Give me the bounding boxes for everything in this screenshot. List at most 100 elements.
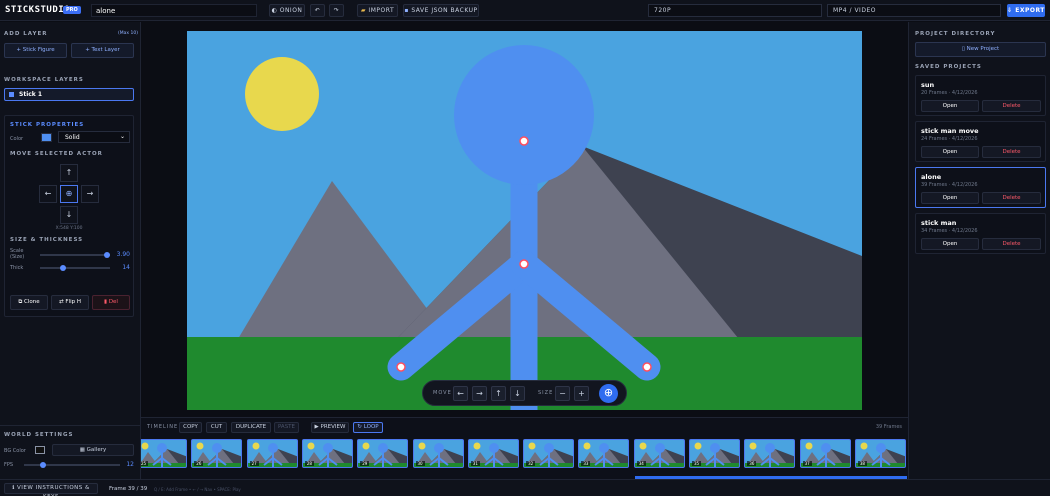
- center-actor-button[interactable]: ⊕: [60, 185, 78, 203]
- nudge-up-button[interactable]: ↑: [491, 386, 506, 401]
- frame-thumbnail[interactable]: 33: [578, 439, 630, 468]
- frame-thumbnail[interactable]: 31: [467, 439, 519, 468]
- timeline-title: TIMELINE: [147, 424, 179, 430]
- layer-item-stick-1[interactable]: Stick 1: [4, 88, 134, 101]
- nudge-down-button[interactable]: ↓: [510, 386, 525, 401]
- add-stick-figure-button[interactable]: + Stick Figure: [4, 43, 67, 58]
- line-style-select[interactable]: Solid ⌄: [58, 131, 130, 143]
- frame-thumbnail[interactable]: 35: [689, 439, 740, 468]
- frame-thumbnail[interactable]: 30: [412, 439, 464, 468]
- fps-slider[interactable]: [24, 464, 120, 466]
- project-meta: 20 Frames · 4/12/2026: [921, 90, 978, 96]
- frame-thumbnail[interactable]: 25: [141, 439, 187, 468]
- open-project-button[interactable]: Open: [921, 100, 979, 112]
- stick-properties-title: STICK PROPERTIES: [10, 122, 85, 128]
- add-text-layer-button[interactable]: + Text Layer: [71, 43, 134, 58]
- project-card-active[interactable]: alone 39 Frames · 4/12/2026 Open Delete: [915, 167, 1046, 208]
- max-layers-label: (Max 10): [118, 31, 138, 36]
- frame-thumbnail[interactable]: 36: [744, 439, 796, 468]
- delete-project-button[interactable]: Delete: [982, 100, 1041, 112]
- frame-count: 39 Frames: [875, 424, 902, 430]
- thick-slider-knob[interactable]: [60, 265, 67, 271]
- open-project-button[interactable]: Open: [921, 192, 979, 204]
- cut-frame-button[interactable]: CUT: [206, 422, 227, 433]
- project-card[interactable]: stick man 34 Frames · 4/12/2026 Open Del…: [915, 213, 1046, 254]
- scale-slider[interactable]: [40, 254, 110, 256]
- save-backup-button[interactable]: ▪ SAVE JSON BACKUP: [403, 4, 479, 17]
- view-instructions-button[interactable]: ℹ VIEW INSTRUCTIONS & KEYS: [4, 483, 98, 496]
- joint-neck: [519, 136, 529, 146]
- delete-project-button[interactable]: Delete: [982, 238, 1041, 250]
- file-icon: ▯: [961, 46, 965, 52]
- project-meta: 39 Frames · 4/12/2026: [921, 182, 978, 188]
- bg-color-label: BG Color: [4, 448, 26, 454]
- project-name: alone: [921, 173, 942, 181]
- stick-color-swatch[interactable]: [41, 133, 52, 142]
- move-down-button[interactable]: ↓: [60, 206, 78, 224]
- joint-right-hand: [642, 362, 652, 372]
- nudge-left-button[interactable]: ←: [453, 386, 468, 401]
- size-minus-button[interactable]: −: [555, 386, 570, 401]
- resolution-select[interactable]: 720P: [648, 4, 822, 17]
- clone-button[interactable]: ⧉ Clone: [10, 295, 48, 310]
- paste-frame-button[interactable]: PASTE: [274, 422, 299, 433]
- gallery-button[interactable]: ▦ Gallery: [52, 444, 134, 456]
- frame-thumbnail[interactable]: 32: [523, 439, 575, 468]
- joint-hip: [519, 259, 529, 269]
- size-plus-button[interactable]: +: [574, 386, 589, 401]
- frame-number: 32: [526, 461, 536, 466]
- crosshair-icon: ⊕: [65, 189, 73, 198]
- import-button[interactable]: ▰ IMPORT: [357, 4, 398, 17]
- project-card[interactable]: stick man move 24 Frames · 4/12/2026 Ope…: [915, 121, 1046, 162]
- nudge-right-button[interactable]: →: [472, 386, 487, 401]
- color-label: Color: [10, 136, 24, 142]
- delete-project-button[interactable]: Delete: [982, 192, 1041, 204]
- frame-thumbnail[interactable]: 28: [301, 439, 353, 468]
- frame-number: 34: [636, 461, 646, 466]
- open-project-button[interactable]: Open: [921, 238, 979, 250]
- format-select[interactable]: MP4 / VIDEO: [827, 4, 1001, 17]
- frame-thumbnail[interactable]: 27: [246, 439, 298, 468]
- project-card[interactable]: sun 20 Frames · 4/12/2026 Open Delete: [915, 75, 1046, 116]
- thick-slider[interactable]: [40, 267, 110, 269]
- frame-thumbnail[interactable]: 26: [191, 439, 243, 468]
- duplicate-frame-button[interactable]: DUPLICATE: [231, 422, 271, 433]
- frame-thumbnail[interactable]: 34: [633, 439, 685, 468]
- frame-number: 27: [249, 461, 259, 466]
- preview-button[interactable]: ▶ PREVIEW: [311, 422, 349, 433]
- center-canvas-button[interactable]: ⊕: [599, 384, 618, 403]
- frame-number: 35: [692, 461, 702, 466]
- undo-button[interactable]: ↶: [310, 4, 325, 17]
- loop-button[interactable]: ↻ LOOP: [353, 422, 383, 433]
- move-up-button[interactable]: ↑: [60, 164, 78, 182]
- delete-project-button[interactable]: Delete: [982, 146, 1041, 158]
- move-left-button[interactable]: ←: [39, 185, 57, 203]
- fps-slider-knob[interactable]: [40, 462, 47, 468]
- delete-layer-button[interactable]: ▮ Del: [92, 295, 130, 310]
- frame-thumbnail[interactable]: 38: [854, 439, 906, 468]
- export-button[interactable]: ⇩ EXPORT: [1007, 4, 1045, 17]
- project-meta: 34 Frames · 4/12/2026: [921, 228, 978, 234]
- frame-number: 31: [470, 461, 480, 466]
- scale-value: 3.90: [116, 251, 130, 258]
- frame-status: Frame 39 / 39: [109, 486, 148, 492]
- onion-button[interactable]: ◐ ONION: [269, 4, 305, 17]
- new-project-button[interactable]: ▯ New Project: [915, 42, 1046, 57]
- copy-frame-button[interactable]: COPY: [179, 422, 202, 433]
- redo-button[interactable]: ↷: [329, 4, 344, 17]
- arrow-right-icon: →: [86, 189, 94, 198]
- image-icon: ▦: [79, 447, 85, 453]
- frame-number: 25: [141, 461, 149, 466]
- bg-color-swatch[interactable]: [35, 446, 45, 454]
- fps-label: FPS: [4, 462, 14, 468]
- frame-thumbnail[interactable]: 29: [357, 439, 409, 468]
- size-thickness-title: SIZE & THICKNESS: [10, 237, 84, 243]
- flip-h-button[interactable]: ⇄ Flip H: [51, 295, 89, 310]
- stage-canvas[interactable]: [187, 31, 862, 410]
- move-right-button[interactable]: →: [81, 185, 99, 203]
- pro-badge: PRO: [63, 6, 81, 14]
- project-name-input[interactable]: alone: [91, 4, 257, 17]
- scale-slider-knob[interactable]: [104, 252, 111, 258]
- frame-thumbnail[interactable]: 37: [799, 439, 851, 468]
- open-project-button[interactable]: Open: [921, 146, 979, 158]
